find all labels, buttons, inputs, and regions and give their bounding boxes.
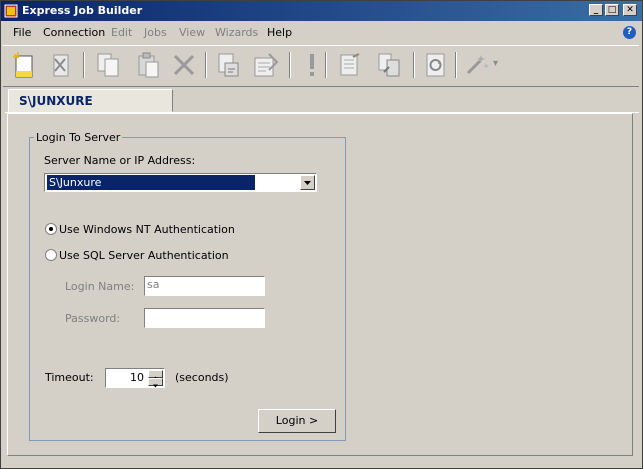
minimize-button[interactable]: _	[589, 4, 603, 16]
combo-dropdown-button[interactable]	[300, 175, 315, 190]
toolbar-separator	[289, 52, 291, 78]
login-name-field[interactable]: sa	[144, 276, 265, 296]
timeout-spinner[interactable]: 10	[105, 368, 165, 388]
menu-file[interactable]: File	[13, 26, 31, 39]
close-button[interactable]: ✕	[623, 4, 637, 16]
menu-jobs[interactable]: Jobs	[144, 26, 167, 39]
job-list-icon[interactable]	[335, 50, 365, 80]
nt-auth-radio[interactable]	[45, 223, 57, 235]
toolbar-separator	[83, 52, 85, 78]
spin-up-button[interactable]	[148, 370, 163, 380]
timeout-value: 10	[130, 371, 144, 384]
menu-edit[interactable]: Edit	[111, 26, 132, 39]
wizard-icon[interactable]	[463, 50, 493, 80]
menu-connection[interactable]: Connection	[43, 26, 105, 39]
new-job-icon[interactable]	[9, 50, 39, 80]
help-icon[interactable]: ?	[623, 26, 636, 39]
tab-strip: S\JUNXURE	[5, 88, 639, 113]
timeout-unit-label: (seconds)	[175, 371, 229, 384]
server-name-label: Server Name or IP Address:	[44, 154, 196, 167]
tab-server-label: S\JUNXURE	[19, 94, 93, 108]
properties-icon[interactable]	[251, 50, 281, 80]
login-group-title: Login To Server	[34, 131, 123, 144]
tab-server[interactable]: S\JUNXURE	[8, 89, 173, 112]
alert-icon[interactable]	[297, 50, 327, 80]
server-name-combobox[interactable]: S\Junxure	[44, 173, 317, 192]
app-icon	[4, 4, 18, 18]
password-field[interactable]	[144, 308, 265, 328]
paste-icon[interactable]	[133, 50, 163, 80]
login-name-label: Login Name:	[65, 280, 135, 293]
script-icon[interactable]	[213, 50, 243, 80]
toolbar-separator	[205, 52, 207, 78]
spin-down-button[interactable]	[148, 378, 163, 388]
toolbar-separator	[413, 52, 415, 78]
menu-bar: File Connection Edit Jobs View Wizards H…	[1, 23, 642, 43]
delete-job-icon[interactable]	[45, 50, 75, 80]
refresh-icon[interactable]	[421, 50, 451, 80]
login-button[interactable]: Login >	[258, 409, 336, 433]
chevron-down-icon	[304, 181, 311, 185]
toolbar-separator	[455, 52, 457, 78]
password-label: Password:	[65, 312, 121, 325]
menu-view[interactable]: View	[179, 26, 205, 39]
title-bar[interactable]: Express Job Builder _ □ ✕	[1, 1, 642, 21]
sql-auth-label[interactable]: Use SQL Server Authentication	[59, 249, 229, 262]
window-title: Express Job Builder	[22, 4, 143, 17]
menu-help[interactable]: Help	[267, 26, 292, 39]
timeout-label: Timeout:	[45, 371, 94, 384]
app-window: Express Job Builder _ □ ✕ File Connectio…	[0, 0, 643, 469]
maximize-button[interactable]: □	[605, 4, 619, 16]
server-name-value: S\Junxure	[47, 175, 255, 190]
toolbar: ▾	[3, 45, 639, 87]
toolbar-separator	[325, 52, 327, 78]
copy-icon[interactable]	[93, 50, 123, 80]
menu-wizards[interactable]: Wizards	[215, 26, 258, 39]
delete-icon[interactable]	[169, 50, 199, 80]
nt-auth-label[interactable]: Use Windows NT Authentication	[59, 223, 235, 236]
wizard-dropdown-arrow[interactable]: ▾	[493, 58, 498, 69]
sql-auth-radio[interactable]	[45, 249, 57, 261]
chevron-down-icon	[153, 384, 158, 388]
copy-job-icon[interactable]	[375, 50, 405, 80]
